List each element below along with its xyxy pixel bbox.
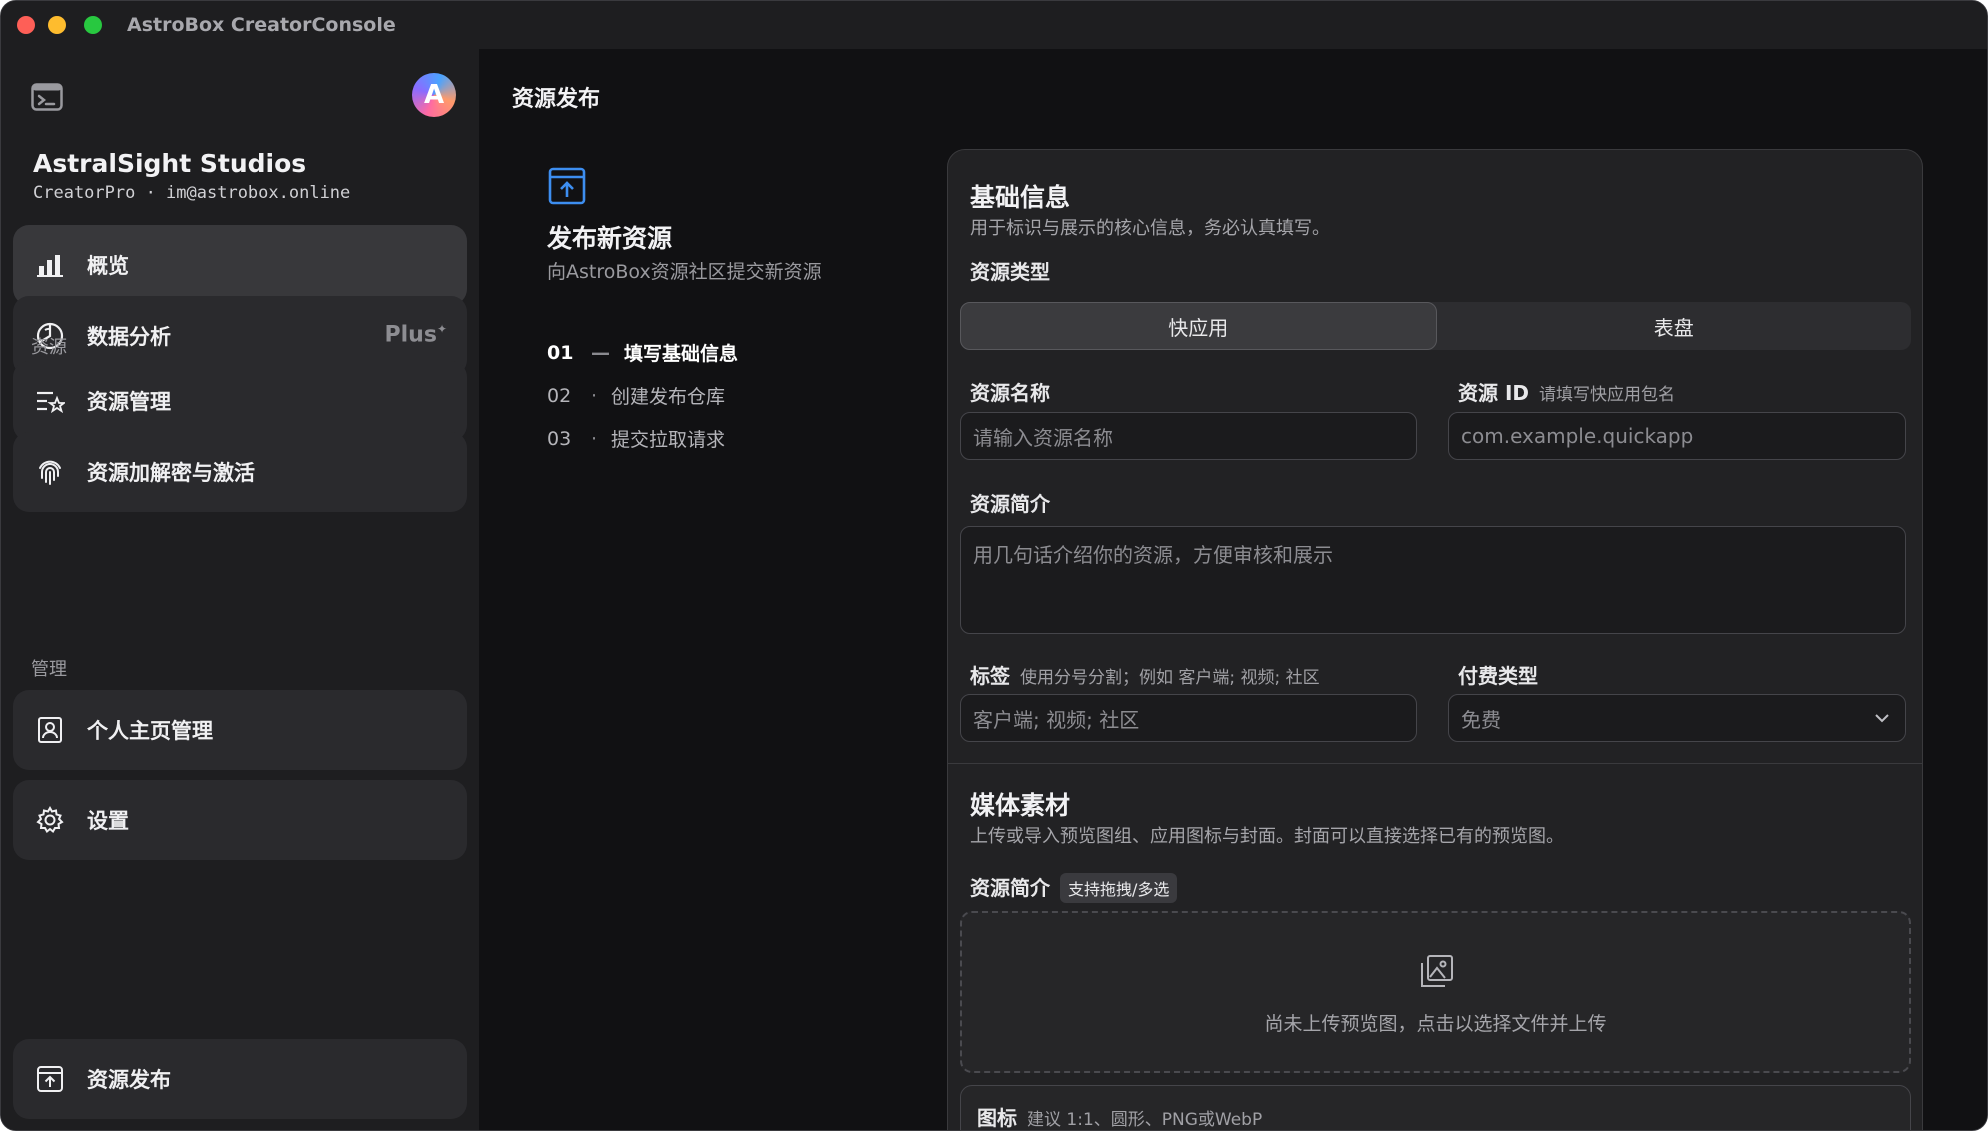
sidebar-item-label: 数据分析 (87, 325, 171, 349)
dropzone-text: 尚未上传预览图，点击以选择文件并上传 (1264, 1013, 1607, 1035)
form-card: 基础信息 用于标识与展示的核心信息，务必认真填写。 资源类型 快应用 表盘 资源… (947, 149, 1923, 1130)
images-icon (1421, 955, 1453, 987)
type-option-watchface[interactable]: 表盘 (1437, 302, 1912, 350)
step-label: 填写基础信息 (624, 343, 739, 365)
sidebar-item-label: 资源管理 (87, 390, 171, 414)
media-desc: 上传或导入预览图组、应用图标与封面。封面可以直接选择已有的预览图。 (970, 826, 1564, 847)
avatar[interactable]: A (412, 73, 456, 117)
tags-label: 标签 使用分号分割；例如 客户端; 视频; 社区 (970, 664, 1320, 688)
step-2[interactable]: 02 · 创建发布仓库 (547, 382, 725, 409)
zoom-window-button[interactable] (84, 16, 102, 34)
sidebar-item-label: 概览 (87, 254, 129, 278)
resource-intro-label: 资源简介 (970, 492, 1050, 516)
steps-title: 发布新资源 (547, 224, 673, 253)
upload-box-icon (548, 167, 586, 205)
drag-multi-badge: 支持拖拽/多选 (1060, 873, 1178, 903)
terminal-icon[interactable] (31, 83, 63, 111)
basic-info-desc: 用于标识与展示的核心信息，务必认真填写。 (970, 218, 1330, 239)
sidebar-item-resource-crypto[interactable]: 资源加解密与激活 (13, 432, 467, 512)
resource-id-label: 资源 ID 请填写快应用包名 (1458, 381, 1676, 405)
sidebar-item-resource-manage[interactable]: 资源管理 (13, 361, 467, 441)
avatar-letter: A (423, 80, 445, 110)
basic-info-title: 基础信息 (970, 183, 1071, 212)
steps-subtitle: 向AstroBox资源社区提交新资源 (547, 261, 822, 283)
section-divider (948, 763, 1922, 764)
sidebar-item-profile[interactable]: 个人主页管理 (13, 690, 467, 770)
bar-chart-icon (35, 250, 65, 280)
resource-type-label: 资源类型 (970, 260, 1050, 284)
type-option-quickapp[interactable]: 快应用 (960, 302, 1437, 350)
step-3[interactable]: 03 · 提交拉取请求 (547, 425, 725, 452)
org-name: AstralSight Studios (33, 149, 307, 178)
icon-label: 图标 建议 1:1、圆形、PNG或WebP (977, 1106, 1263, 1130)
step-label: 提交拉取请求 (611, 429, 726, 451)
pay-type-value: 免费 (1461, 707, 1501, 732)
section-label-manage: 管理 (31, 659, 67, 680)
main-content: 资源发布 发布新资源 向AstroBox资源社区提交新资源 01 — 填写基础信… (479, 49, 1987, 1130)
page-title: 资源发布 (512, 87, 601, 112)
sidebar-item-publish[interactable]: 资源发布 (13, 1039, 467, 1119)
media-title: 媒体素材 (970, 791, 1071, 820)
upload-icon (35, 1064, 65, 1094)
sidebar-item-label: 资源加解密与激活 (87, 461, 255, 485)
pay-type-label: 付费类型 (1458, 664, 1538, 688)
profile-icon (35, 715, 65, 745)
list-star-icon (35, 386, 65, 416)
step-label: 创建发布仓库 (611, 386, 726, 408)
sidebar: A AstralSight Studios CreatorPro · im@as… (1, 49, 479, 1130)
sidebar-item-label: 设置 (87, 809, 129, 833)
org-subtitle: CreatorPro · im@astrobox.online (33, 183, 351, 203)
plus-badge: Plus✦ (384, 322, 447, 348)
step-1[interactable]: 01 — 填写基础信息 (547, 339, 738, 366)
sidebar-item-label: 资源发布 (87, 1068, 171, 1092)
sidebar-item-settings[interactable]: 设置 (13, 780, 467, 860)
minimize-window-button[interactable] (48, 16, 66, 34)
resource-name-label: 资源名称 (970, 381, 1050, 405)
chevron-down-icon (1875, 714, 1889, 723)
preview-label: 资源简介 支持拖拽/多选 (970, 872, 1178, 903)
sidebar-item-label: 个人主页管理 (87, 719, 213, 743)
icon-upload-card: 图标 建议 1:1、圆形、PNG或WebP (960, 1085, 1911, 1130)
preview-dropzone[interactable]: 尚未上传预览图，点击以选择文件并上传 (960, 911, 1911, 1073)
sidebar-item-overview[interactable]: 概览 (13, 225, 467, 305)
app-window: AstroBox CreatorConsole A AstralSight St… (0, 0, 1988, 1131)
resource-type-segmented: 快应用 表盘 (960, 302, 1911, 350)
resource-name-input[interactable]: 请输入资源名称 (960, 412, 1417, 460)
close-window-button[interactable] (17, 16, 35, 34)
gear-icon (35, 805, 65, 835)
tags-input[interactable]: 客户端; 视频; 社区 (960, 694, 1417, 742)
pay-type-select[interactable]: 免费 (1448, 694, 1906, 742)
resource-id-input[interactable]: com.example.quickapp (1448, 412, 1906, 460)
resource-intro-textarea[interactable]: 用几句话介绍你的资源，方便审核和展示 (960, 526, 1906, 634)
section-label-resources: 资源 (31, 337, 67, 358)
window-title: AstroBox CreatorConsole (127, 14, 396, 36)
title-bar: AstroBox CreatorConsole (1, 1, 1987, 49)
fingerprint-icon (35, 457, 65, 487)
